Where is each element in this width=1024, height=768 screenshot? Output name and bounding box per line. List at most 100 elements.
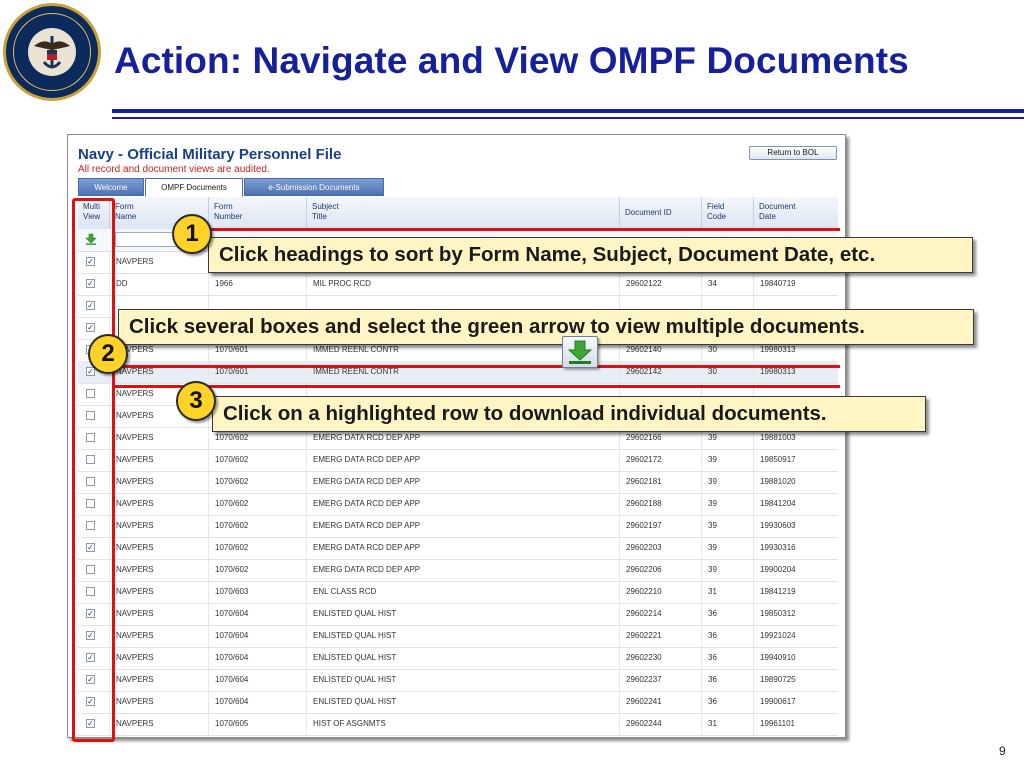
subject-cell: EMERG DATA RCD DEP APP [306, 449, 619, 471]
table-row[interactable]: NAVPERS 1070/602 EMERG DATA RCD DEP APP 296… [78, 471, 838, 494]
subject-cell: ENLISTED QUAL HIST [306, 625, 619, 647]
tab-ompf-documents[interactable]: OMPF Documents [145, 178, 243, 197]
field-code-cell: 39 [701, 471, 753, 493]
document-date-cell: 19930603 [753, 515, 838, 537]
multi-view-column-highlight [72, 198, 115, 742]
app-title: Navy - Official Military Personnel File [78, 146, 342, 163]
subject-cell: EMERG DATA RCD DEP APP [306, 493, 619, 515]
column-header-form-number[interactable]: Form Number [208, 197, 306, 229]
table-row[interactable]: NAVPERS 1070/603 ENL CLASS RCD 29602210 31 19… [78, 581, 838, 604]
form-name-cell: NAVPERS [109, 251, 208, 273]
document-date-cell: 19921024 [753, 625, 838, 647]
column-header-document-id[interactable]: Document ID [619, 197, 701, 229]
slide-title: Action: Navigate and View OMPF Documents [114, 40, 909, 81]
form-number-cell: 1070/604 [208, 603, 306, 625]
form-number-cell: 1070/605 [208, 713, 306, 735]
document-date-cell: 19930316 [753, 537, 838, 559]
form-name-cell: NAVPERS [109, 493, 208, 515]
form-number-cell: 1070/602 [208, 515, 306, 537]
form-number-cell: 1070/604 [208, 625, 306, 647]
form-name-cell: NAVPERS [109, 713, 208, 735]
table-row[interactable]: ✓ NAVPERS 1070/602 EMERG DATA RCD DEP APP 29… [78, 537, 838, 560]
column-header-field-code[interactable]: Field Code [701, 197, 753, 229]
document-date-cell: 19850917 [753, 449, 838, 471]
form-name-cell: NAVPERS [109, 581, 208, 603]
table-row[interactable]: ✓ NAVPERS 1070/604 ENLISTED QUAL HIST 296022… [78, 603, 838, 626]
green-download-arrow-button[interactable] [562, 336, 598, 368]
form-name-cell: NAVPERS [109, 427, 208, 449]
form-number-cell: 1070/602 [208, 493, 306, 515]
field-code-cell: 36 [701, 603, 753, 625]
page-number: 9 [999, 744, 1006, 758]
step-badge-3: 3 [176, 381, 216, 421]
document-date-cell: 19961101 [753, 713, 838, 735]
subject-cell: HIST OF ASGNMTS [306, 713, 619, 735]
tab-bar: Welcome OMPF Documents e-Submission Docu… [78, 178, 838, 198]
form-number-cell: 1070/602 [208, 537, 306, 559]
document-id-cell: 29602214 [619, 603, 701, 625]
subject-cell: ENLISTED QUAL HIST [306, 603, 619, 625]
document-date-cell: 19900617 [753, 691, 838, 713]
document-date-cell: 19840719 [753, 273, 838, 295]
document-date-cell: 19900204 [753, 559, 838, 581]
form-number-cell: 1070/602 [208, 559, 306, 581]
form-name-cell: NAVPERS [109, 691, 208, 713]
column-header-document-date[interactable]: Document Date [753, 197, 838, 229]
table-row[interactable]: ✓ NAVPERS 1070/604 ENLISTED QUAL HIST 296022… [78, 669, 838, 692]
step-badge-2: 2 [88, 334, 128, 374]
table-row[interactable]: ✓ NAVPERS 1070/604 ENLISTED QUAL HIST 296022… [78, 647, 838, 670]
subject-cell: EMERG DATA RCD DEP APP [306, 471, 619, 493]
document-date-cell: 19940910 [753, 647, 838, 669]
field-code-cell: 36 [701, 669, 753, 691]
table-row[interactable]: NAVPERS 1070/602 EMERG DATA RCD DEP APP 296… [78, 449, 838, 472]
table-row[interactable]: NAVPERS 1070/602 EMERG DATA RCD DEP APP 296… [78, 515, 838, 538]
field-code-cell: 34 [701, 273, 753, 295]
column-header-subject-title[interactable]: Subject Title [306, 197, 619, 229]
document-date-cell: 19890725 [753, 669, 838, 691]
eagle-anchor-icon [34, 36, 70, 69]
subject-cell: ENL CLASS RCD [306, 581, 619, 603]
subject-cell: ENLISTED QUAL HIST [306, 691, 619, 713]
table-row[interactable]: ✓ DD 1966 MIL PROC RCD 29602122 34 19840719 [78, 273, 838, 296]
document-id-cell: 29602230 [619, 647, 701, 669]
form-name-cell: NAVPERS [109, 603, 208, 625]
table-row[interactable]: NAVPERS 1070/602 EMERG DATA RCD DEP APP 296… [78, 559, 838, 582]
document-date-cell: 19841219 [753, 581, 838, 603]
tab-e-submission-documents[interactable]: e-Submission Documents [244, 178, 384, 196]
table-row[interactable]: ✓ NAVPERS 1070/604 ENLISTED QUAL HIST 296022… [78, 625, 838, 648]
document-id-cell: 29602244 [619, 713, 701, 735]
subject-cell: MIL PROC RCD [306, 273, 619, 295]
subject-cell: ENLISTED QUAL HIST [306, 647, 619, 669]
form-name-cell: NAVPERS [109, 559, 208, 581]
field-code-cell: 36 [701, 691, 753, 713]
field-code-cell: 39 [701, 515, 753, 537]
navy-seal-logo [3, 3, 101, 101]
form-name-cell: NAVPERS [109, 471, 208, 493]
table-row[interactable]: NAVPERS 1070/602 EMERG DATA RCD DEP APP 296… [78, 493, 838, 516]
title-rule-thick [112, 109, 1024, 113]
selected-row-bottom-line [114, 385, 840, 388]
header-underline-line [204, 228, 840, 231]
form-number-cell: 1070/603 [208, 581, 306, 603]
table-row[interactable]: ✓ NAVPERS 1070/605 HIST OF ASGNMTS 29602244 3… [78, 713, 838, 736]
document-date-cell: 19841204 [753, 493, 838, 515]
field-code-cell: 39 [701, 537, 753, 559]
table-row[interactable]: ✓ NAVPERS 1070/604 ENLISTED QUAL HIST 296022… [78, 691, 838, 714]
callout-2: Click several boxes and select the green… [118, 309, 974, 345]
document-id-cell: 29602206 [619, 559, 701, 581]
return-to-bol-button[interactable]: Return to BOL [749, 146, 837, 160]
document-id-cell: 29602237 [619, 669, 701, 691]
form-name-cell: NAVPERS [109, 625, 208, 647]
document-id-cell: 29602241 [619, 691, 701, 713]
field-code-cell: 31 [701, 581, 753, 603]
document-id-cell: 29602221 [619, 625, 701, 647]
subject-cell: EMERG DATA RCD DEP APP [306, 537, 619, 559]
tab-welcome[interactable]: Welcome [78, 178, 144, 196]
document-id-cell: 29602210 [619, 581, 701, 603]
subject-cell: EMERG DATA RCD DEP APP [306, 559, 619, 581]
selected-row-top-line [114, 365, 840, 368]
subject-cell: EMERG DATA RCD DEP APP [306, 515, 619, 537]
subject-cell: ENLISTED QUAL HIST [306, 669, 619, 691]
field-code-cell: 39 [701, 493, 753, 515]
form-name-cell: NAVPERS [109, 537, 208, 559]
